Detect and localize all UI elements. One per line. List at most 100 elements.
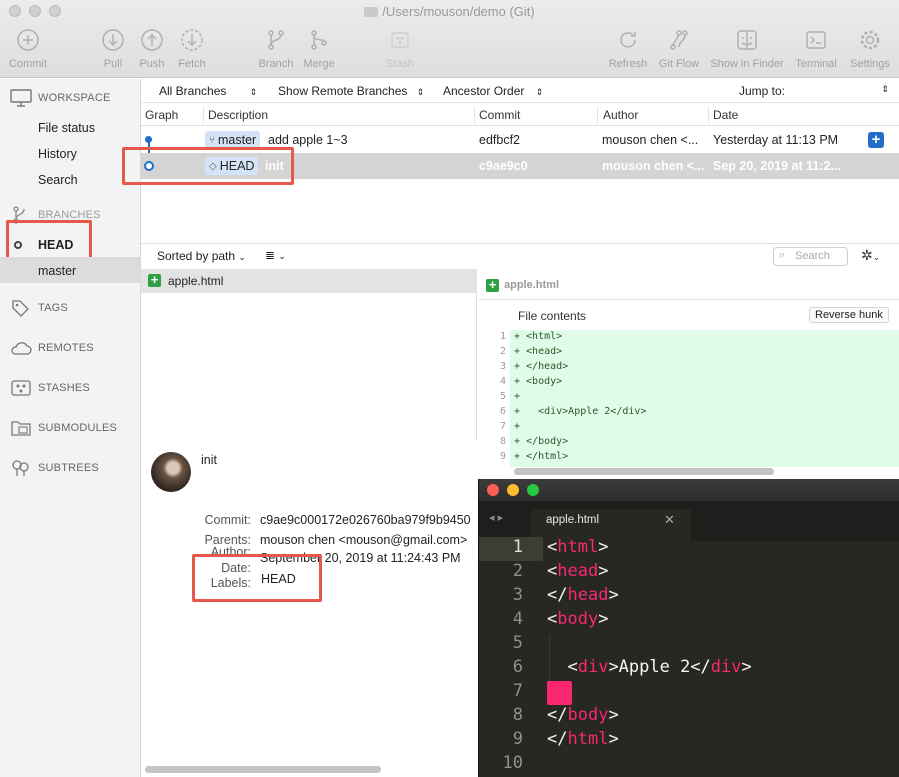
chevron-down-icon: ⌄ xyxy=(278,251,286,261)
settings-label: Settings xyxy=(850,58,890,70)
order-dropdown[interactable]: Ancestor Order ⇕ xyxy=(443,84,543,98)
sidebar-item-file-status[interactable]: File status xyxy=(38,121,95,135)
remote-branches-dropdown[interactable]: Show Remote Branches ⇕ xyxy=(278,84,424,98)
sidebar-item-history[interactable]: History xyxy=(38,147,77,161)
commit-label: Commit: xyxy=(204,513,251,527)
close-tab-icon[interactable]: ✕ xyxy=(664,512,675,528)
cloud-icon xyxy=(11,342,32,355)
chevron-down-icon: ⌄ xyxy=(872,252,881,262)
code-line[interactable]: <head> xyxy=(547,561,608,581)
sidebar-section-submodules[interactable]: SUBMODULES xyxy=(10,419,117,437)
code-line[interactable]: <body> xyxy=(547,609,608,629)
window-title: /Users/mouson/demo (Git) xyxy=(0,4,899,19)
sidebar-section-subtrees[interactable]: SUBTREES xyxy=(10,459,99,477)
updown-chevron-icon: ⇕ xyxy=(535,87,544,97)
push-label: Push xyxy=(139,58,165,70)
diff-line: 4 + <body> xyxy=(478,376,899,391)
diff-line: 6 + <div>Apple 2</div> xyxy=(478,406,899,421)
line-code: + xyxy=(514,391,521,402)
line-number: 3 xyxy=(499,361,506,372)
line-code: + xyxy=(514,421,521,432)
line-number: 5 xyxy=(512,633,523,653)
branch-button[interactable]: Branch xyxy=(254,28,298,70)
commit-label: Commit xyxy=(9,58,47,70)
column-graph[interactable]: Graph xyxy=(145,108,178,122)
history-filter-bar: All Branches ⇕ Show Remote Branches ⇕ An… xyxy=(141,79,899,103)
sidebar-section-workspace[interactable]: WORKSPACE xyxy=(10,89,111,107)
column-commit[interactable]: Commit xyxy=(479,108,520,122)
sidebar-section-tags[interactable]: TAGS xyxy=(10,299,68,317)
folder-icon xyxy=(364,7,379,17)
stash-button[interactable]: Stash xyxy=(378,28,422,70)
code-line[interactable]: </body> xyxy=(547,705,619,725)
nav-arrows-icon[interactable]: ◂ ▸ xyxy=(489,511,503,524)
fetch-icon xyxy=(181,29,203,51)
column-divider[interactable] xyxy=(203,106,204,124)
line-code: + <div>Apple 2</div> xyxy=(514,406,647,417)
line-number: 6 xyxy=(499,406,506,417)
gear-icon: ✲ xyxy=(861,247,873,263)
commit-details-pane: init Commit: c9ae9c000172e026760ba979f9b… xyxy=(141,441,478,777)
diff-line: 5 + xyxy=(478,391,899,406)
terminal-button[interactable]: Terminal xyxy=(792,28,840,70)
commit-button[interactable]: Commit xyxy=(6,28,50,70)
column-divider[interactable] xyxy=(708,106,709,124)
push-button[interactable]: Push xyxy=(132,28,172,70)
sidebar-item-master[interactable]: master xyxy=(38,264,76,278)
plus-circle-icon xyxy=(17,29,39,51)
main-toolbar: /Users/mouson/demo (Git) Commit Pull Pus… xyxy=(0,0,899,78)
commit-hash-full[interactable]: c9ae9c000172e026760ba979f9b9450 xyxy=(260,513,478,527)
file-name: apple.html xyxy=(168,274,224,288)
code-line[interactable]: <div>Apple 2</div> xyxy=(547,657,751,677)
search-icon: ⌕ xyxy=(779,249,786,261)
line-number: 10 xyxy=(502,753,523,773)
editor-minimize-button[interactable] xyxy=(507,484,519,496)
submodules-label: SUBMODULES xyxy=(38,422,118,434)
line-number: 3 xyxy=(512,585,523,605)
column-divider[interactable] xyxy=(474,106,475,124)
column-author[interactable]: Author xyxy=(603,108,638,122)
column-divider[interactable] xyxy=(597,106,598,124)
code-line[interactable]: </head> xyxy=(547,585,619,605)
column-date[interactable]: Date xyxy=(713,108,738,122)
sidebar-section-stashes[interactable]: STASHES xyxy=(10,379,90,397)
editor-zoom-button[interactable] xyxy=(527,484,539,496)
sidebar-section-remotes[interactable]: REMOTES xyxy=(10,339,94,357)
commit-date: Yesterday at 11:13 PM xyxy=(713,133,839,147)
line-code: + </html> xyxy=(514,451,569,462)
editor-close-button[interactable] xyxy=(487,484,499,496)
line-code: + </head> xyxy=(514,361,569,372)
pull-button[interactable]: Pull xyxy=(93,28,133,70)
file-row-selected[interactable]: + apple.html xyxy=(141,269,477,293)
show-in-finder-button[interactable]: Show in Finder xyxy=(706,28,788,70)
line-number: 9 xyxy=(512,729,523,749)
line-code: + <head> xyxy=(514,346,563,357)
column-description[interactable]: Description xyxy=(208,108,268,122)
horizontal-scrollbar[interactable] xyxy=(145,766,381,773)
code-line[interactable]: </html> xyxy=(547,729,619,749)
line-number: 8 xyxy=(499,436,506,447)
refresh-button[interactable]: Refresh xyxy=(606,28,650,70)
line-number: 1 xyxy=(499,331,506,342)
view-mode-dropdown[interactable]: ≣ ⌄ xyxy=(265,248,286,262)
reverse-hunk-button[interactable]: Reverse hunk xyxy=(809,307,889,323)
sort-dropdown[interactable]: Sorted by path ⌄ xyxy=(157,249,246,263)
branch-filter-dropdown[interactable]: All Branches ⇕ xyxy=(159,84,257,98)
sidebar-item-search[interactable]: Search xyxy=(38,173,78,187)
line-number: 7 xyxy=(499,421,506,432)
parents-value[interactable]: mouson chen <mouson@gmail.com> xyxy=(260,533,478,547)
horizontal-scrollbar[interactable] xyxy=(514,468,774,475)
options-dropdown[interactable]: ✲⌄ xyxy=(861,247,880,264)
line-number: 5 xyxy=(499,391,506,402)
git-flow-button[interactable]: Git Flow xyxy=(655,28,703,70)
file-search-input[interactable]: ⌕ Search xyxy=(773,247,848,266)
commit-date: Sep 20, 2019 at 11:2... xyxy=(713,159,841,173)
fetch-button[interactable]: Fetch xyxy=(172,28,212,70)
jump-to-dropdown[interactable]: Jump to: ⇕ xyxy=(739,84,893,98)
settings-button[interactable]: Settings xyxy=(845,28,895,70)
merge-button[interactable]: Merge xyxy=(298,28,340,70)
add-commit-icon[interactable]: + xyxy=(868,132,884,148)
gear-icon xyxy=(860,30,880,50)
code-line[interactable]: <html> xyxy=(547,537,608,557)
merge-label: Merge xyxy=(303,58,335,70)
